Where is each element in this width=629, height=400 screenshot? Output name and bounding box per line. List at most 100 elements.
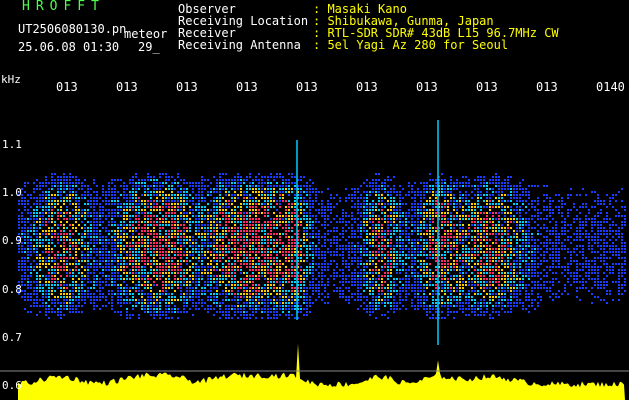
spectrogram-cell	[57, 269, 59, 271]
spectrogram-cell	[63, 179, 65, 181]
spectrogram-cell	[144, 260, 146, 262]
spectrogram-cell	[216, 257, 218, 259]
spectrogram-cell	[216, 203, 218, 205]
spectrogram-cell	[72, 191, 74, 193]
spectrogram-cell	[105, 245, 107, 247]
spectrogram-cell	[27, 251, 29, 253]
spectrogram-cell	[246, 206, 248, 208]
spectrogram-cell	[285, 236, 287, 238]
spectrogram-cell	[255, 257, 257, 259]
spectrogram-cell	[69, 185, 71, 187]
spectrogram-cell	[408, 215, 410, 217]
spectrogram-cell	[372, 233, 374, 235]
spectrogram-cell	[171, 245, 173, 247]
spectrogram-cell	[33, 221, 35, 223]
spectrogram-cell	[351, 275, 353, 277]
spectrogram-cell	[300, 278, 302, 280]
spectrogram-cell	[351, 260, 353, 262]
spectrogram-cell	[240, 278, 242, 280]
spectrogram-cell	[69, 230, 71, 232]
spectrogram-cell	[441, 212, 443, 214]
spectrogram-cell	[450, 182, 452, 184]
spectrogram-cell	[75, 176, 77, 178]
spectrogram-cell	[420, 299, 422, 301]
spectrogram-cell	[243, 224, 245, 226]
spectrogram-cell	[306, 266, 308, 268]
spectrogram-cell	[252, 257, 254, 259]
spectrogram-cell	[354, 257, 356, 259]
spectrogram-cell	[243, 215, 245, 217]
spectrogram-cell	[141, 296, 143, 298]
spectrogram-cell	[180, 257, 182, 259]
spectrogram-cell	[216, 251, 218, 253]
spectrogram-cell	[429, 245, 431, 247]
spectrogram-cell	[210, 209, 212, 211]
spectrogram-cell	[270, 242, 272, 244]
spectrogram-cell	[102, 245, 104, 247]
spectrogram-cell	[351, 230, 353, 232]
spectrogram-cell	[207, 194, 209, 196]
spectrogram-cell	[282, 263, 284, 265]
spectrogram-cell	[222, 266, 224, 268]
spectrogram-cell	[360, 284, 362, 286]
spectrogram-cell	[336, 215, 338, 217]
spectrogram-cell	[342, 260, 344, 262]
spectrogram-cell	[357, 209, 359, 211]
spectrogram-cell	[366, 215, 368, 217]
spectrogram-cell	[348, 242, 350, 244]
spectrogram-cell	[291, 275, 293, 277]
spectrogram-cell	[279, 203, 281, 205]
spectrogram-cell	[321, 212, 323, 214]
spectrogram-cell	[165, 173, 167, 175]
spectrogram-cell	[252, 290, 254, 292]
spectrogram-cell	[285, 248, 287, 250]
spectrogram-cell	[84, 248, 86, 250]
spectrogram-cell	[144, 257, 146, 259]
spectrogram-cell	[234, 275, 236, 277]
spectrogram-cell	[129, 263, 131, 265]
spectrogram-cell	[153, 302, 155, 304]
spectrogram-cell	[267, 302, 269, 304]
spectrogram-cell	[273, 287, 275, 289]
spectrogram-cell	[213, 215, 215, 217]
spectrogram-cell	[102, 257, 104, 259]
spectrogram-cell	[201, 212, 203, 214]
spectrogram-cell	[123, 239, 125, 241]
spectrogram-cell	[279, 287, 281, 289]
spectrogram-cell	[21, 215, 23, 217]
spectrogram-cell	[210, 290, 212, 292]
spectrogram-cell	[111, 200, 113, 202]
spectrogram-cell	[57, 194, 59, 196]
spectrogram-cell	[60, 302, 62, 304]
spectrogram-cell	[291, 239, 293, 241]
spectrogram-cell	[198, 218, 200, 220]
spectrogram-cell	[417, 203, 419, 205]
spectrogram-cell	[231, 212, 233, 214]
spectrogram-cell	[141, 290, 143, 292]
spectrogram-cell	[210, 218, 212, 220]
spectrogram-cell	[84, 293, 86, 295]
spectrogram-cell	[165, 206, 167, 208]
spectrogram-cell	[162, 194, 164, 196]
spectrogram-cell	[225, 215, 227, 217]
spectrogram-cell	[270, 308, 272, 310]
spectrogram-cell	[51, 248, 53, 250]
spectrogram-cell	[159, 188, 161, 190]
spectrogram-cell	[351, 194, 353, 196]
spectrogram-cell	[309, 209, 311, 211]
spectrogram-cell	[138, 242, 140, 244]
spectrogram-cell	[75, 227, 77, 229]
spectrogram-cell	[192, 290, 194, 292]
spectrogram-cell	[249, 260, 251, 262]
spectrogram-cell	[45, 314, 47, 316]
spectrogram-cell	[261, 179, 263, 181]
spectrogram-cell	[261, 296, 263, 298]
spectrogram-cell	[183, 200, 185, 202]
spectrogram-cell	[372, 215, 374, 217]
spectrogram-cell	[336, 221, 338, 223]
spectrogram-cell	[429, 191, 431, 193]
spectrogram-cell	[243, 281, 245, 283]
spectrogram-cell	[441, 278, 443, 280]
spectrogram-cell	[351, 272, 353, 274]
spectrogram-cell	[147, 263, 149, 265]
